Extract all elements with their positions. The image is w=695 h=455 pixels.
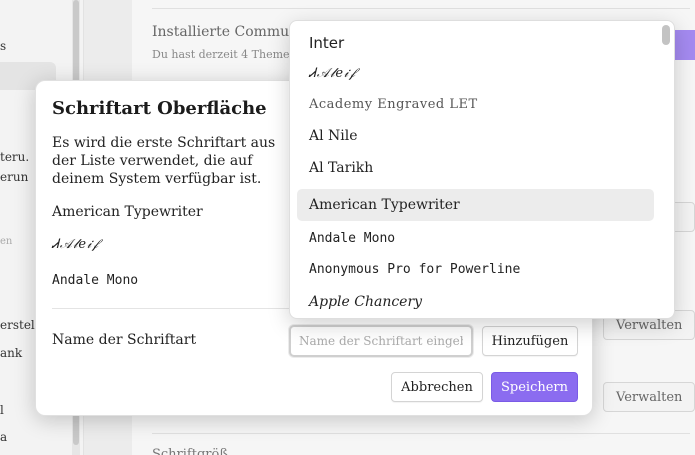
font-list-item[interactable]: Ꮧ𝒜𝓁𝑒𝒾𝒻 (52, 237, 99, 252)
sidebar-item[interactable]: ank (0, 346, 22, 360)
font-option[interactable]: Al Nile (297, 120, 654, 152)
font-option[interactable]: Al Tarikh (297, 152, 654, 184)
community-subtext: Du hast derzeit 4 Theme (152, 48, 290, 61)
add-button[interactable]: Hinzufügen (482, 326, 578, 356)
save-button[interactable]: Speichern (491, 372, 578, 402)
font-option[interactable]: Ꮧ𝒜𝓁𝑒𝒾𝒻 (297, 57, 654, 89)
font-option[interactable]: Apple Chancery (297, 286, 654, 318)
font-option[interactable]: Academy Engraved LET (297, 88, 654, 120)
sidebar-section-label: en (0, 236, 13, 247)
sidebar-item[interactable]: teru. (0, 150, 29, 164)
community-heading: Installierte Commu (152, 24, 290, 40)
font-list-item[interactable]: Andale Mono (52, 273, 138, 288)
font-name-label: Name der Schriftart (52, 332, 197, 348)
manage-button[interactable]: Verwalten (603, 382, 695, 412)
sidebar-item[interactable]: a (0, 430, 7, 444)
sidebar-item[interactable]: s (0, 39, 6, 53)
dialog-description: Es wird die erste Schriftart aus der Lis… (52, 135, 276, 187)
font-size-heading: Schriftgröß (152, 447, 229, 455)
sidebar-item[interactable]: l (0, 403, 4, 417)
font-option[interactable]: Anonymous Pro for Powerline (297, 253, 654, 285)
dialog-title: Schriftart Oberfläche (52, 98, 267, 119)
divider (152, 433, 690, 434)
font-option[interactable]: Andale Mono (297, 222, 654, 254)
font-option[interactable]: Inter (297, 27, 654, 59)
font-suggestion-dropdown[interactable]: Inter Ꮧ𝒜𝓁𝑒𝒾𝒻 Academy Engraved LET Al Nil… (289, 20, 675, 319)
dropdown-scrollbar-thumb[interactable] (662, 25, 670, 45)
font-name-input[interactable] (289, 325, 473, 357)
sidebar-item[interactable]: erun (0, 170, 28, 184)
cancel-button[interactable]: Abbrechen (391, 372, 483, 402)
divider (152, 8, 690, 9)
sidebar-item[interactable]: erstell (0, 318, 39, 332)
font-list-item[interactable]: American Typewriter (52, 204, 203, 220)
font-option-highlighted[interactable]: American Typewriter (297, 189, 654, 221)
